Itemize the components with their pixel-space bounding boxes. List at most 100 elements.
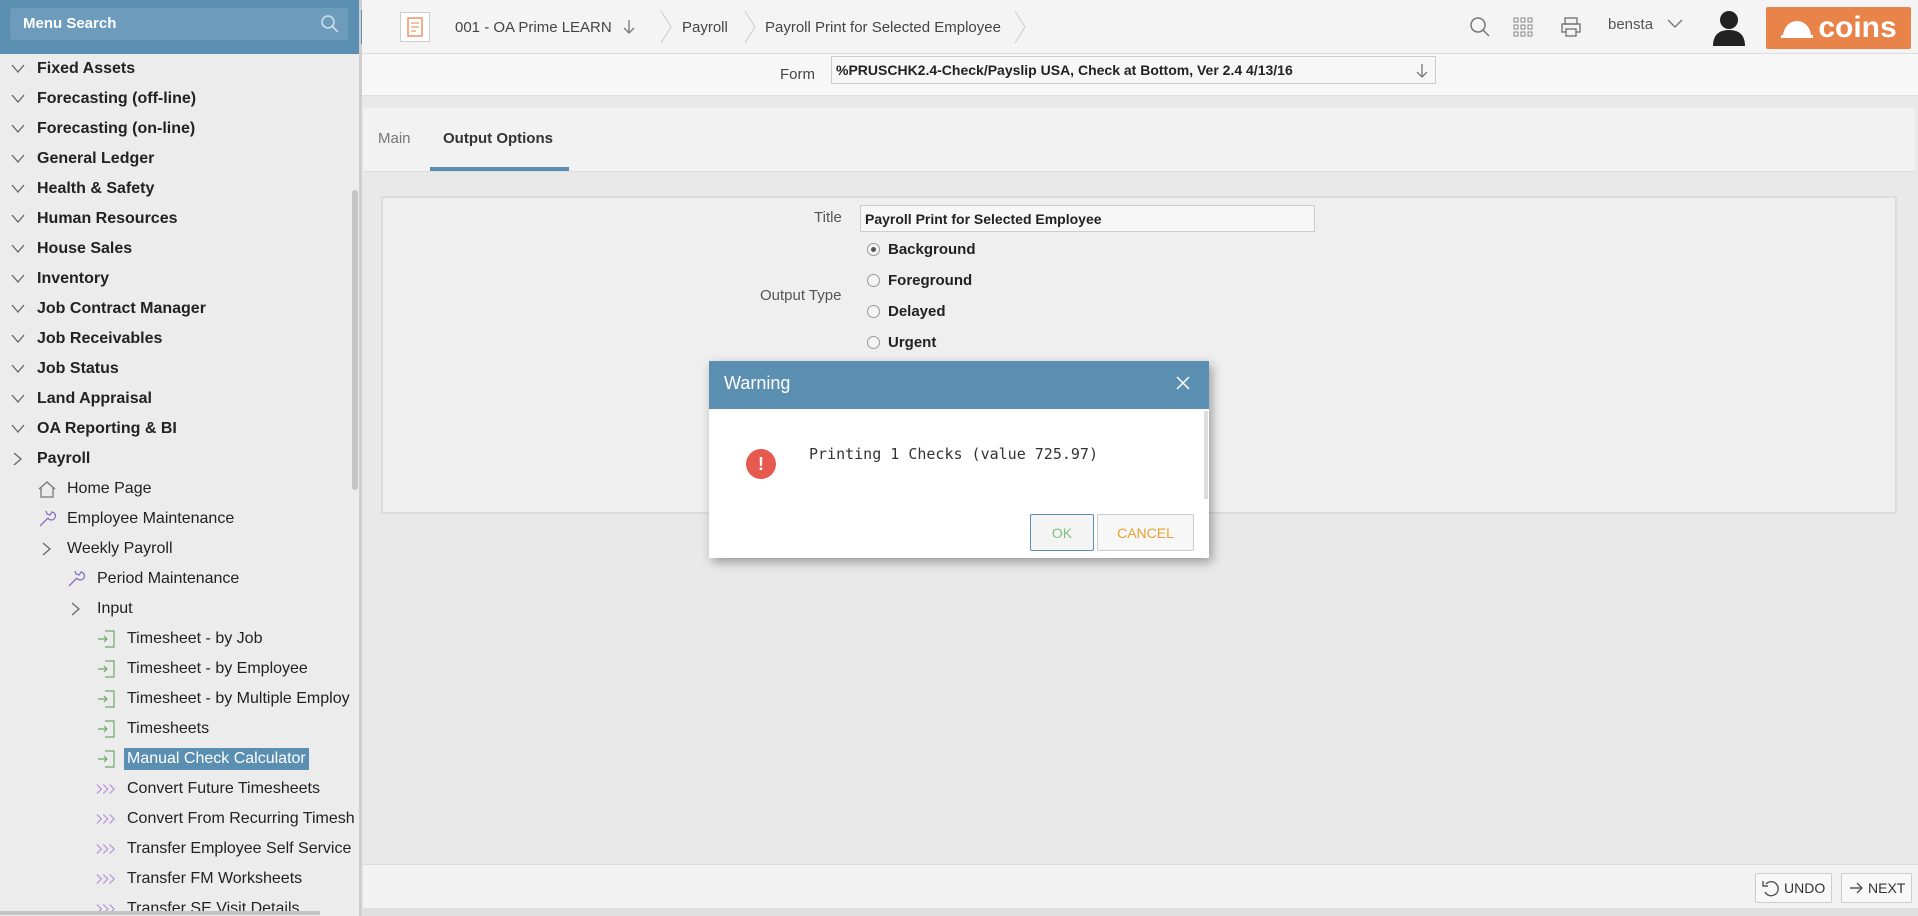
sidebar-scrollbar[interactable] — [352, 190, 358, 490]
dialog-scrollbar[interactable] — [1204, 411, 1208, 499]
sidebar-item-house-sales[interactable]: House Sales — [0, 234, 356, 264]
radio-button[interactable] — [867, 305, 880, 318]
sidebar-item-weekly-payroll[interactable]: Weekly Payroll — [0, 534, 356, 564]
alert-icon: ! — [746, 449, 776, 479]
sidebar-item-land-appraisal[interactable]: Land Appraisal — [0, 384, 356, 414]
warning-dialog: Warning ! Printing 1 Checks (value 725.9… — [709, 361, 1209, 558]
cancel-button[interactable]: CANCEL — [1097, 514, 1194, 551]
sidebar-item-label: Timesheets — [127, 720, 210, 737]
avatar[interactable] — [1711, 8, 1747, 46]
radio-button[interactable] — [867, 336, 880, 349]
sidebar-item-input[interactable]: Input — [0, 594, 356, 624]
breadcrumb-company[interactable]: 001 - OA Prime LEARN — [455, 12, 636, 42]
close-icon[interactable] — [1175, 375, 1191, 391]
tab-output-options[interactable]: Output Options — [443, 130, 553, 147]
sidebar-item-home-page[interactable]: Home Page — [0, 474, 356, 504]
sidebar-item-health-safety[interactable]: Health & Safety — [0, 174, 356, 204]
sidebar-item-forecasting-on-line[interactable]: Forecasting (on-line) — [0, 114, 356, 144]
sidebar-horizontal-scrollbar[interactable] — [0, 911, 320, 915]
sidebar-item-label: Convert From Recurring Timesh — [127, 810, 355, 827]
sidebar-item-timesheet-by-multiple-employ[interactable]: Timesheet - by Multiple Employ — [0, 684, 356, 714]
sidebar-item-convert-future-timesheets[interactable]: Convert Future Timesheets — [0, 774, 356, 804]
next-button[interactable]: NEXT — [1841, 873, 1913, 903]
sidebar-item-label: Employee Maintenance — [67, 510, 235, 527]
sidebar-item-fixed-assets[interactable]: Fixed Assets — [0, 54, 356, 84]
radio-urgent[interactable]: Urgent — [867, 334, 936, 351]
print-icon[interactable] — [1558, 14, 1584, 40]
form-selector-row: Form %PRUSCHK2.4-Check/Payslip USA, Chec… — [362, 54, 1918, 96]
process-icon — [96, 779, 116, 799]
breadcrumb-module-label: Payroll — [682, 18, 728, 36]
dialog-title: Warning — [724, 373, 791, 393]
sidebar-item-label: Job Status — [37, 360, 119, 377]
sidebar-item-general-ledger[interactable]: General Ledger — [0, 144, 356, 174]
sidebar-item-timesheets[interactable]: Timesheets — [0, 714, 356, 744]
sidebar-item-label: Inventory — [37, 270, 110, 287]
form-icon — [96, 719, 116, 739]
sidebar-item-label: Job Receivables — [37, 330, 163, 347]
sidebar-item-job-contract-manager[interactable]: Job Contract Manager — [0, 294, 356, 324]
sidebar-item-label: Human Resources — [37, 210, 178, 227]
sidebar-item-job-status[interactable]: Job Status — [0, 354, 356, 384]
form-icon[interactable] — [400, 12, 430, 42]
sidebar-item-label: Timesheet - by Multiple Employ — [127, 690, 350, 707]
sidebar-item-label: Payroll — [37, 450, 91, 467]
radio-background[interactable]: Background — [867, 241, 976, 258]
sidebar-item-label: Forecasting (on-line) — [37, 120, 196, 137]
form-select[interactable]: %PRUSCHK2.4-Check/Payslip USA, Check at … — [831, 56, 1436, 84]
sidebar-item-convert-from-recurring-timesh[interactable]: Convert From Recurring Timesh — [0, 804, 356, 834]
sidebar-item-employee-maintenance[interactable]: Employee Maintenance — [0, 504, 356, 534]
sidebar-item-label: Transfer FM Worksheets — [127, 870, 303, 887]
chevron-right-icon — [66, 599, 86, 619]
sidebar-item-oa-reporting-bi[interactable]: OA Reporting & BI — [0, 414, 356, 444]
sidebar-item-label: Job Contract Manager — [37, 300, 206, 317]
breadcrumb-page: Payroll Print for Selected Employee — [765, 12, 1001, 42]
sidebar-item-label: Home Page — [67, 480, 152, 497]
sidebar-item-job-receivables[interactable]: Job Receivables — [0, 324, 356, 354]
apps-grid-icon[interactable] — [1510, 14, 1536, 40]
search-icon[interactable] — [1467, 14, 1493, 40]
sidebar-item-label: Transfer Employee Self Service — [127, 840, 352, 857]
user-menu[interactable]: bensta — [1608, 16, 1683, 33]
radio-foreground[interactable]: Foreground — [867, 272, 972, 289]
sidebar-item-human-resources[interactable]: Human Resources — [0, 204, 356, 234]
radio-delayed[interactable]: Delayed — [867, 303, 946, 320]
radio-label: Foreground — [888, 272, 973, 289]
tab-main[interactable]: Main — [378, 130, 411, 147]
menu-search-input[interactable]: Menu Search — [10, 8, 348, 40]
sidebar-item-period-maintenance[interactable]: Period Maintenance — [0, 564, 356, 594]
sidebar-item-manual-check-calculator[interactable]: Manual Check Calculator — [0, 744, 356, 774]
ok-button[interactable]: OK — [1030, 514, 1094, 551]
breadcrumb-separator — [744, 10, 756, 44]
home-icon — [37, 479, 57, 499]
form-icon — [96, 629, 116, 649]
process-icon — [96, 809, 116, 829]
search-icon[interactable] — [320, 14, 340, 34]
logo-text: coins — [1818, 11, 1897, 44]
menu-tree: Fixed Assets Forecasting (off-line) Foreca… — [0, 54, 356, 916]
title-input[interactable]: Payroll Print for Selected Employee — [860, 205, 1315, 232]
chevron-right-icon — [37, 539, 57, 559]
dialog-header: Warning — [709, 361, 1209, 409]
sidebar-item-transfer-fm-worksheets[interactable]: Transfer FM Worksheets — [0, 864, 356, 894]
sidebar-item-inventory[interactable]: Inventory — [0, 264, 356, 294]
breadcrumb-page-label: Payroll Print for Selected Employee — [765, 18, 1001, 36]
breadcrumb-module[interactable]: Payroll — [682, 12, 728, 42]
menu-search-bar: Menu Search — [0, 0, 359, 54]
sidebar-item-timesheet-by-employee[interactable]: Timesheet - by Employee — [0, 654, 356, 684]
sidebar-item-payroll[interactable]: Payroll — [0, 444, 356, 474]
radio-button[interactable] — [867, 243, 880, 256]
sidebar-item-label: Health & Safety — [37, 180, 155, 197]
hardhat-icon — [1781, 21, 1814, 38]
sidebar-item-timesheet-by-job[interactable]: Timesheet - by Job — [0, 624, 356, 654]
dialog-body: ! Printing 1 Checks (value 725.97) OK CA… — [709, 409, 1209, 558]
undo-button[interactable]: UNDO — [1755, 873, 1833, 903]
radio-button[interactable] — [867, 274, 880, 287]
radio-label: Delayed — [888, 303, 946, 320]
coins-logo: coins — [1766, 7, 1911, 49]
sidebar-item-forecasting-off-line[interactable]: Forecasting (off-line) — [0, 84, 356, 114]
arrow-down-icon — [1416, 64, 1428, 78]
sidebar-item-transfer-employee-self-service[interactable]: Transfer Employee Self Service — [0, 834, 356, 864]
undo-label: UNDO — [1784, 880, 1826, 896]
undo-icon — [1762, 881, 1779, 897]
